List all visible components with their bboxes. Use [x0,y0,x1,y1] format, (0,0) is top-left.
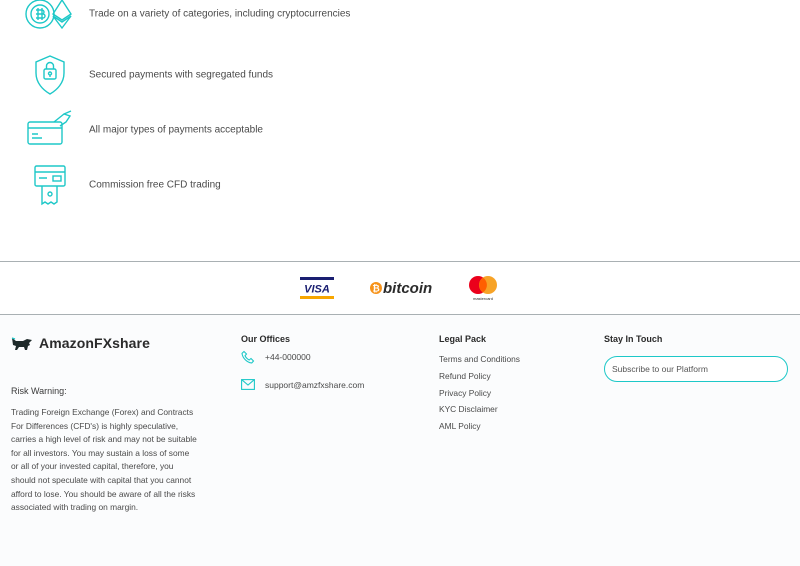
feature-item: Trade on a variety of categories, includ… [24,0,624,36]
phone-icon [241,350,255,364]
brand-logo[interactable]: AmazonFXshare [11,335,150,351]
link-kyc[interactable]: KYC Disclaimer [439,403,520,420]
link-terms[interactable]: Terms and Conditions [439,353,520,370]
feature-item: Commission free CFD trading [24,163,624,207]
link-refund[interactable]: Refund Policy [439,370,520,387]
visa-logo: VISA [300,262,334,314]
card-payment-icon [27,110,72,145]
offices-title: Our Offices [241,334,291,344]
visa-text: VISA [304,284,330,296]
mail-icon [241,379,255,390]
bitcoin-logo: ₿ bitcoin [369,262,433,314]
shield-lock-icon [35,55,65,95]
feature-item: Secured payments with segregated funds [24,53,624,97]
feature-text: All major types of payments acceptable [89,124,263,136]
mastercard-logo: mastercard [467,262,499,314]
feature-text: Secured payments with segregated funds [89,69,273,81]
feature-item: All major types of payments acceptable [24,108,624,152]
mastercard-text: mastercard [473,296,493,301]
phone-row[interactable]: +44-000000 [241,350,311,364]
feature-text: Trade on a variety of categories, includ… [89,8,351,20]
features-section: Trade on a variety of categories, includ… [0,0,800,262]
legal-pack-title: Legal Pack [439,334,487,344]
receipt-card-icon [34,165,66,206]
phone-number[interactable]: +44-000000 [265,352,311,362]
email-row[interactable]: support@amzfxshare.com [241,379,364,390]
bull-icon [11,337,32,350]
stay-in-touch-title: Stay In Touch [604,334,663,344]
link-privacy[interactable]: Privacy Policy [439,387,520,404]
feature-text: Commission free CFD trading [89,179,221,191]
payment-methods: VISA ₿ bitcoin mastercard [0,262,800,314]
link-aml[interactable]: AML Policy [439,420,520,437]
site-footer: AmazonFXshare Risk Warning: Trading Fore… [0,315,800,566]
crypto-coins-icon [25,0,72,30]
risk-warning-text: Trading Foreign Exchange (Forex) and Con… [11,407,197,513]
svg-text:₿: ₿ [372,284,379,294]
bitcoin-text: bitcoin [383,280,432,297]
risk-warning-title: Risk Warning: [11,386,67,396]
legal-links: Terms and Conditions Refund Policy Priva… [439,353,520,437]
subscribe-input[interactable] [604,356,788,382]
email-address[interactable]: support@amzfxshare.com [265,380,364,390]
brand-name: AmazonFXshare [39,335,150,351]
